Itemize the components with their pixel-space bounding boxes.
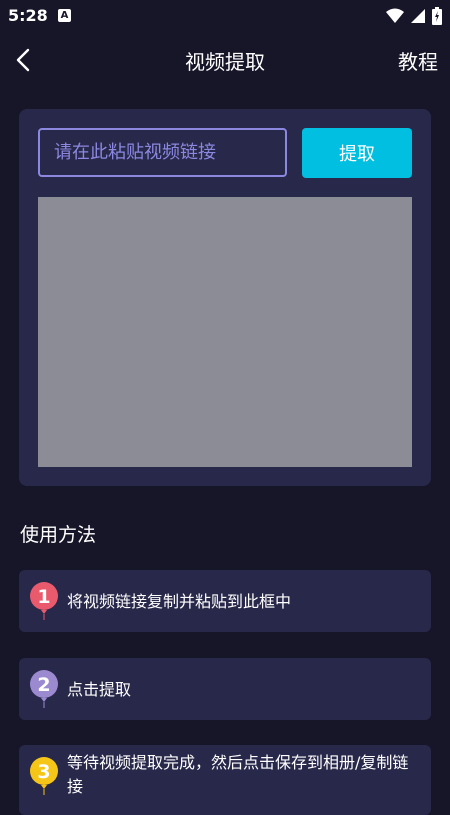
step-1-number: 1: [37, 586, 50, 608]
step-2-text: 点击提取: [67, 680, 132, 699]
step-3-text: 等待视频提取完成，然后点击保存到相册/复制链接: [67, 753, 409, 796]
usage-section-title: 使用方法: [20, 524, 97, 546]
usage-step-3: 3 等待视频提取完成，然后点击保存到相册/复制链接: [19, 745, 431, 815]
step-1-text: 将视频链接复制并粘贴到此框中: [67, 592, 292, 611]
number-2-balloon-icon: 2: [30, 670, 58, 708]
step-3-number: 3: [37, 761, 50, 783]
number-3-balloon-icon: 3: [30, 757, 58, 795]
status-time: 5:28: [8, 6, 48, 25]
page-title: 视频提取: [185, 50, 265, 74]
signal-icon: [411, 9, 425, 23]
usage-step-2: 2 点击提取: [19, 658, 431, 720]
usage-step-1: 1 将视频链接复制并粘贴到此框中: [19, 570, 431, 632]
extract-button[interactable]: 提取: [302, 128, 412, 178]
extract-card: 提取: [19, 109, 431, 486]
number-1-balloon-icon: 1: [30, 582, 58, 620]
battery-icon: [432, 7, 442, 25]
step-2-number: 2: [37, 674, 50, 696]
tutorial-link[interactable]: 教程: [398, 46, 438, 75]
status-bar: 5:28 A: [0, 0, 450, 32]
wifi-icon: [386, 8, 404, 23]
notification-icon: A: [58, 9, 71, 22]
top-bar: 视频提取 教程: [0, 36, 450, 84]
video-link-input[interactable]: [38, 128, 287, 177]
status-icons: [386, 6, 442, 26]
video-preview-area: [38, 197, 412, 467]
